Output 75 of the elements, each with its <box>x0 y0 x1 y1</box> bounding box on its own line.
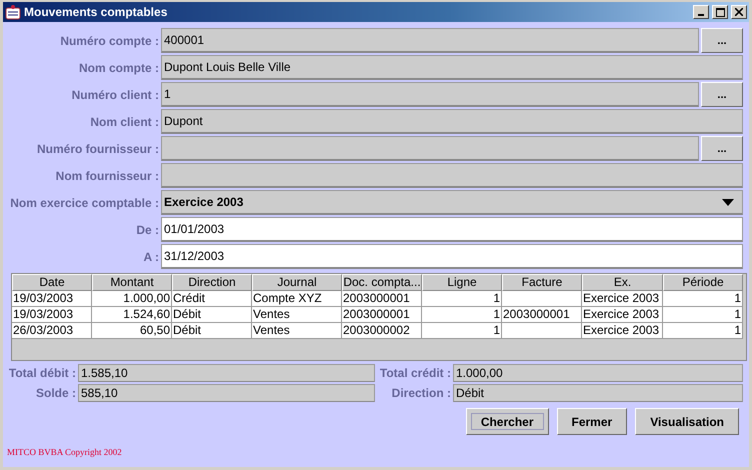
window-title: Mouvements comptables <box>24 5 168 19</box>
table-cell: 1 <box>422 291 502 307</box>
maximize-icon <box>716 8 724 16</box>
input-field[interactable]: 01/01/2003 <box>161 217 743 242</box>
text-field[interactable] <box>161 163 743 188</box>
field-label: A : <box>142 250 159 264</box>
text-field[interactable]: 400001 <box>161 28 699 53</box>
table-cell: 2003000001 <box>342 307 422 323</box>
table-cell: Ventes <box>252 323 342 339</box>
field-label: Total crédit : <box>378 366 451 380</box>
column-header[interactable]: Facture <box>502 274 582 291</box>
close-button[interactable] <box>731 5 747 19</box>
text-field[interactable]: Dupont <box>161 109 743 134</box>
table-cell: 1.000,00 <box>92 291 172 307</box>
text-field[interactable]: 585,10 <box>78 384 375 402</box>
table-cell: Débit <box>172 307 252 323</box>
table-cell: 19/03/2003 <box>12 307 92 323</box>
action-button[interactable]: Fermer <box>556 408 628 435</box>
table-cell: 1 <box>663 323 743 339</box>
browse-button[interactable]: ... <box>701 82 743 107</box>
field-label: Nom fournisseur : <box>54 168 159 182</box>
table-cell: 1 <box>663 291 743 307</box>
field-label: Nom compte : <box>78 60 159 74</box>
action-button[interactable]: Visualisation <box>635 408 739 435</box>
browse-button[interactable]: ... <box>701 28 743 53</box>
action-button[interactable]: Chercher <box>466 408 548 435</box>
minimize-button[interactable] <box>693 5 709 19</box>
field-label: Numéro compte : <box>59 34 159 48</box>
table-cell: 1.524,60 <box>92 307 172 323</box>
field-label: De : <box>135 222 159 236</box>
column-header[interactable]: Date <box>12 274 92 291</box>
table-cell: 1 <box>663 307 743 323</box>
caret-icon <box>722 198 734 206</box>
table-cell: Débit <box>172 323 252 339</box>
browse-button[interactable]: ... <box>701 136 743 161</box>
text-field[interactable]: 1.000,00 <box>453 364 743 382</box>
field-label: Direction : <box>390 386 451 400</box>
table-cell: 19/03/2003 <box>12 291 92 307</box>
text-field[interactable]: Débit <box>453 384 743 402</box>
column-header[interactable]: Ligne <box>422 274 502 291</box>
field-label: Nom exercice comptable : <box>9 196 159 210</box>
field-label: Numéro client : <box>70 88 159 102</box>
input-field[interactable]: 31/12/2003 <box>161 244 743 269</box>
table-cell: 2003000002 <box>342 323 422 339</box>
app-icon <box>5 4 21 20</box>
text-field[interactable]: 1.585,10 <box>78 364 375 382</box>
table-cell: Crédit <box>172 291 252 307</box>
field-label: Total débit : <box>8 366 76 380</box>
close-icon <box>735 8 743 16</box>
copyright-text: MITCO BVBA Copyright 2002 <box>7 447 123 457</box>
column-header[interactable]: Période <box>663 274 743 291</box>
field-label: Nom client : <box>89 114 159 128</box>
column-header[interactable]: Direction <box>172 274 252 291</box>
table-cell: 2003000001 <box>502 307 582 323</box>
table-cell: 1 <box>422 307 502 323</box>
table-cell: 1 <box>422 323 502 339</box>
table-cell: Ventes <box>252 307 342 323</box>
table-cell: Compte XYZ <box>252 291 342 307</box>
field-label: Solde : <box>34 386 76 400</box>
text-field[interactable] <box>161 136 699 161</box>
table-cell: Exercice 2003 <box>582 323 663 339</box>
table-cell: 2003000001 <box>342 291 422 307</box>
dropdown[interactable]: Exercice 2003 <box>161 190 743 215</box>
table-cell: 26/03/2003 <box>12 323 92 339</box>
column-header[interactable]: Journal <box>252 274 342 291</box>
text-field[interactable]: 1 <box>161 82 699 107</box>
table-cell: 60,50 <box>92 323 172 339</box>
text-field[interactable]: Dupont Louis Belle Ville <box>161 55 743 80</box>
maximize-button[interactable] <box>712 5 728 19</box>
column-header[interactable]: Ex. <box>582 274 663 291</box>
field-label: Numéro fournisseur : <box>36 142 159 156</box>
column-header[interactable]: Doc. compta... <box>342 274 422 291</box>
column-header[interactable]: Montant <box>92 274 172 291</box>
table-cell: Exercice 2003 <box>582 291 663 307</box>
table-cell: Exercice 2003 <box>582 307 663 323</box>
